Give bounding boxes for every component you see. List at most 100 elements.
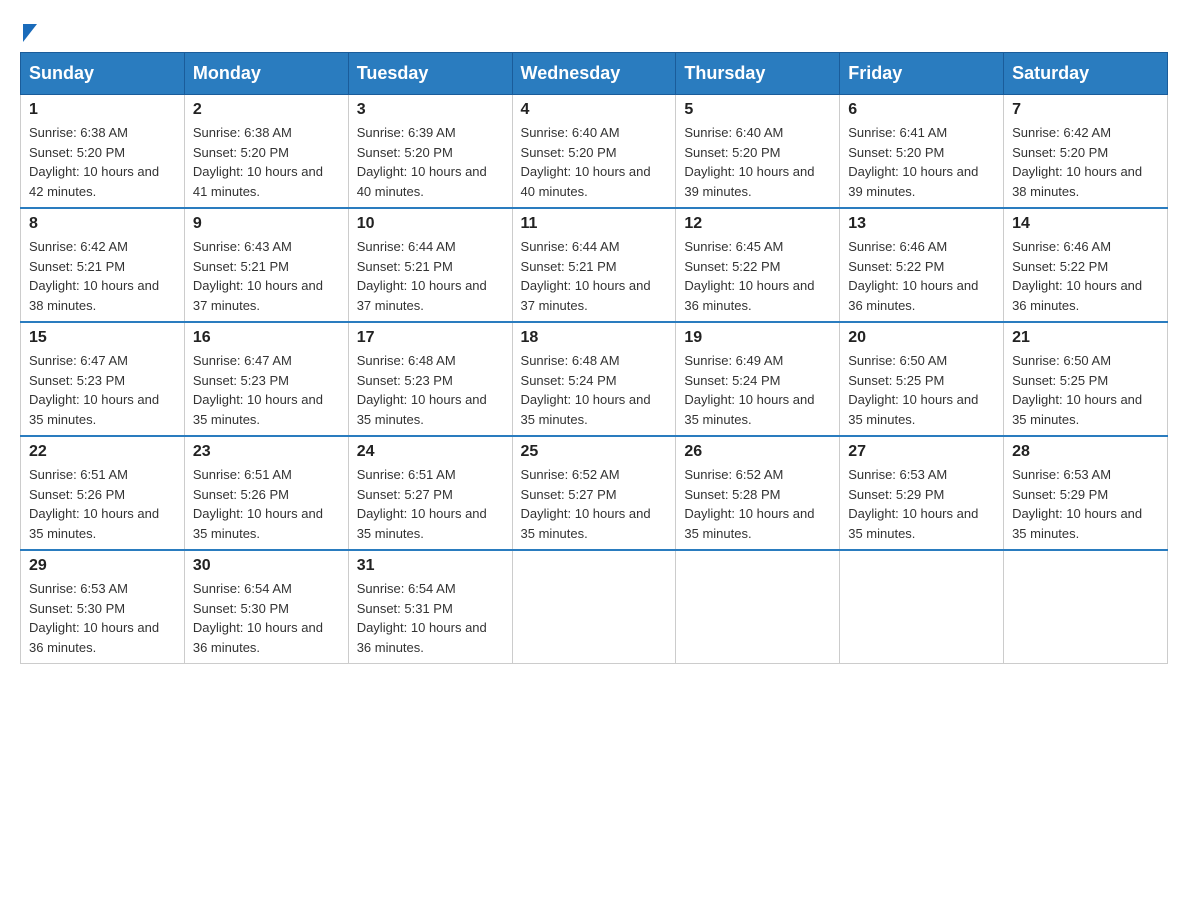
- day-info: Sunrise: 6:49 AMSunset: 5:24 PMDaylight:…: [684, 351, 831, 429]
- calendar-week-row: 15 Sunrise: 6:47 AMSunset: 5:23 PMDayligh…: [21, 322, 1168, 436]
- day-number: 25: [521, 443, 668, 461]
- day-info: Sunrise: 6:41 AMSunset: 5:20 PMDaylight:…: [848, 123, 995, 201]
- calendar-cell: 5 Sunrise: 6:40 AMSunset: 5:20 PMDaylight…: [676, 95, 840, 209]
- day-number: 30: [193, 557, 340, 575]
- calendar-cell: 18 Sunrise: 6:48 AMSunset: 5:24 PMDayligh…: [512, 322, 676, 436]
- calendar-cell: 11 Sunrise: 6:44 AMSunset: 5:21 PMDayligh…: [512, 208, 676, 322]
- day-info: Sunrise: 6:40 AMSunset: 5:20 PMDaylight:…: [684, 123, 831, 201]
- calendar-cell: 16 Sunrise: 6:47 AMSunset: 5:23 PMDayligh…: [184, 322, 348, 436]
- day-number: 24: [357, 443, 504, 461]
- calendar-cell: 20 Sunrise: 6:50 AMSunset: 5:25 PMDayligh…: [840, 322, 1004, 436]
- day-number: 14: [1012, 215, 1159, 233]
- day-info: Sunrise: 6:42 AMSunset: 5:20 PMDaylight:…: [1012, 123, 1159, 201]
- day-number: 6: [848, 101, 995, 119]
- day-info: Sunrise: 6:45 AMSunset: 5:22 PMDaylight:…: [684, 237, 831, 315]
- day-info: Sunrise: 6:50 AMSunset: 5:25 PMDaylight:…: [1012, 351, 1159, 429]
- calendar-week-row: 1 Sunrise: 6:38 AMSunset: 5:20 PMDaylight…: [21, 95, 1168, 209]
- calendar-header-row: SundayMondayTuesdayWednesdayThursdayFrid…: [21, 53, 1168, 95]
- day-info: Sunrise: 6:54 AMSunset: 5:31 PMDaylight:…: [357, 579, 504, 657]
- calendar-week-row: 8Sunrise: 6:42 AMSunset: 5:21 PMDaylight…: [21, 208, 1168, 322]
- calendar-cell: 3Sunrise: 6:39 AMSunset: 5:20 PMDaylight…: [348, 95, 512, 209]
- day-info: Sunrise: 6:50 AMSunset: 5:25 PMDaylight:…: [848, 351, 995, 429]
- calendar-cell: 1 Sunrise: 6:38 AMSunset: 5:20 PMDaylight…: [21, 95, 185, 209]
- calendar-cell: 21 Sunrise: 6:50 AMSunset: 5:25 PMDayligh…: [1004, 322, 1168, 436]
- day-number: 15: [29, 329, 176, 347]
- page-header: [20, 20, 1168, 42]
- calendar-cell: 2 Sunrise: 6:38 AMSunset: 5:20 PMDaylight…: [184, 95, 348, 209]
- day-info: Sunrise: 6:48 AMSunset: 5:23 PMDaylight:…: [357, 351, 504, 429]
- day-number: 1: [29, 101, 176, 119]
- day-info: Sunrise: 6:46 AMSunset: 5:22 PMDaylight:…: [1012, 237, 1159, 315]
- calendar-cell: 30 Sunrise: 6:54 AMSunset: 5:30 PMDayligh…: [184, 550, 348, 664]
- calendar-table: SundayMondayTuesdayWednesdayThursdayFrid…: [20, 52, 1168, 664]
- day-number: 28: [1012, 443, 1159, 461]
- day-number: 4: [521, 101, 668, 119]
- day-info: Sunrise: 6:51 AMSunset: 5:27 PMDaylight:…: [357, 465, 504, 543]
- day-number: 16: [193, 329, 340, 347]
- calendar-cell: 28Sunrise: 6:53 AMSunset: 5:29 PMDayligh…: [1004, 436, 1168, 550]
- calendar-cell: 25Sunrise: 6:52 AMSunset: 5:27 PMDayligh…: [512, 436, 676, 550]
- day-info: Sunrise: 6:44 AMSunset: 5:21 PMDaylight:…: [521, 237, 668, 315]
- day-info: Sunrise: 6:39 AMSunset: 5:20 PMDaylight:…: [357, 123, 504, 201]
- day-number: 20: [848, 329, 995, 347]
- day-number: 31: [357, 557, 504, 575]
- header-saturday: Saturday: [1004, 53, 1168, 95]
- day-info: Sunrise: 6:48 AMSunset: 5:24 PMDaylight:…: [521, 351, 668, 429]
- header-friday: Friday: [840, 53, 1004, 95]
- calendar-cell: [840, 550, 1004, 664]
- day-number: 27: [848, 443, 995, 461]
- day-number: 5: [684, 101, 831, 119]
- calendar-cell: 22Sunrise: 6:51 AMSunset: 5:26 PMDayligh…: [21, 436, 185, 550]
- day-info: Sunrise: 6:44 AMSunset: 5:21 PMDaylight:…: [357, 237, 504, 315]
- calendar-cell: 31 Sunrise: 6:54 AMSunset: 5:31 PMDayligh…: [348, 550, 512, 664]
- calendar-cell: 29Sunrise: 6:53 AMSunset: 5:30 PMDayligh…: [21, 550, 185, 664]
- day-number: 17: [357, 329, 504, 347]
- calendar-cell: 4Sunrise: 6:40 AMSunset: 5:20 PMDaylight…: [512, 95, 676, 209]
- calendar-cell: [676, 550, 840, 664]
- day-info: Sunrise: 6:53 AMSunset: 5:30 PMDaylight:…: [29, 579, 176, 657]
- day-info: Sunrise: 6:46 AMSunset: 5:22 PMDaylight:…: [848, 237, 995, 315]
- day-info: Sunrise: 6:47 AMSunset: 5:23 PMDaylight:…: [29, 351, 176, 429]
- day-number: 19: [684, 329, 831, 347]
- calendar-cell: 7Sunrise: 6:42 AMSunset: 5:20 PMDaylight…: [1004, 95, 1168, 209]
- day-info: Sunrise: 6:53 AMSunset: 5:29 PMDaylight:…: [848, 465, 995, 543]
- day-number: 26: [684, 443, 831, 461]
- day-info: Sunrise: 6:38 AMSunset: 5:20 PMDaylight:…: [29, 123, 176, 201]
- calendar-cell: 9 Sunrise: 6:43 AMSunset: 5:21 PMDaylight…: [184, 208, 348, 322]
- day-number: 11: [521, 215, 668, 233]
- calendar-cell: 26Sunrise: 6:52 AMSunset: 5:28 PMDayligh…: [676, 436, 840, 550]
- day-number: 13: [848, 215, 995, 233]
- calendar-cell: 24 Sunrise: 6:51 AMSunset: 5:27 PMDayligh…: [348, 436, 512, 550]
- day-number: 23: [193, 443, 340, 461]
- header-thursday: Thursday: [676, 53, 840, 95]
- day-info: Sunrise: 6:43 AMSunset: 5:21 PMDaylight:…: [193, 237, 340, 315]
- logo-arrow-icon: [23, 24, 37, 42]
- header-wednesday: Wednesday: [512, 53, 676, 95]
- day-number: 2: [193, 101, 340, 119]
- calendar-cell: 8Sunrise: 6:42 AMSunset: 5:21 PMDaylight…: [21, 208, 185, 322]
- calendar-cell: 10Sunrise: 6:44 AMSunset: 5:21 PMDayligh…: [348, 208, 512, 322]
- calendar-cell: 17 Sunrise: 6:48 AMSunset: 5:23 PMDayligh…: [348, 322, 512, 436]
- logo: [20, 20, 37, 42]
- calendar-cell: 6 Sunrise: 6:41 AMSunset: 5:20 PMDaylight…: [840, 95, 1004, 209]
- day-info: Sunrise: 6:38 AMSunset: 5:20 PMDaylight:…: [193, 123, 340, 201]
- day-info: Sunrise: 6:47 AMSunset: 5:23 PMDaylight:…: [193, 351, 340, 429]
- header-monday: Monday: [184, 53, 348, 95]
- day-info: Sunrise: 6:54 AMSunset: 5:30 PMDaylight:…: [193, 579, 340, 657]
- day-number: 21: [1012, 329, 1159, 347]
- calendar-cell: 15 Sunrise: 6:47 AMSunset: 5:23 PMDayligh…: [21, 322, 185, 436]
- calendar-cell: [1004, 550, 1168, 664]
- header-sunday: Sunday: [21, 53, 185, 95]
- day-number: 22: [29, 443, 176, 461]
- calendar-cell: 19 Sunrise: 6:49 AMSunset: 5:24 PMDayligh…: [676, 322, 840, 436]
- calendar-cell: 12 Sunrise: 6:45 AMSunset: 5:22 PMDayligh…: [676, 208, 840, 322]
- day-number: 9: [193, 215, 340, 233]
- day-number: 12: [684, 215, 831, 233]
- calendar-week-row: 29Sunrise: 6:53 AMSunset: 5:30 PMDayligh…: [21, 550, 1168, 664]
- calendar-cell: 23 Sunrise: 6:51 AMSunset: 5:26 PMDayligh…: [184, 436, 348, 550]
- day-number: 8: [29, 215, 176, 233]
- day-number: 18: [521, 329, 668, 347]
- calendar-week-row: 22 Sunrise: 6:51 AMSunset: 5:26 PMDayligh…: [21, 436, 1168, 550]
- day-info: Sunrise: 6:51 AMSunset: 5:26 PMDaylight:…: [193, 465, 340, 543]
- header-tuesday: Tuesday: [348, 53, 512, 95]
